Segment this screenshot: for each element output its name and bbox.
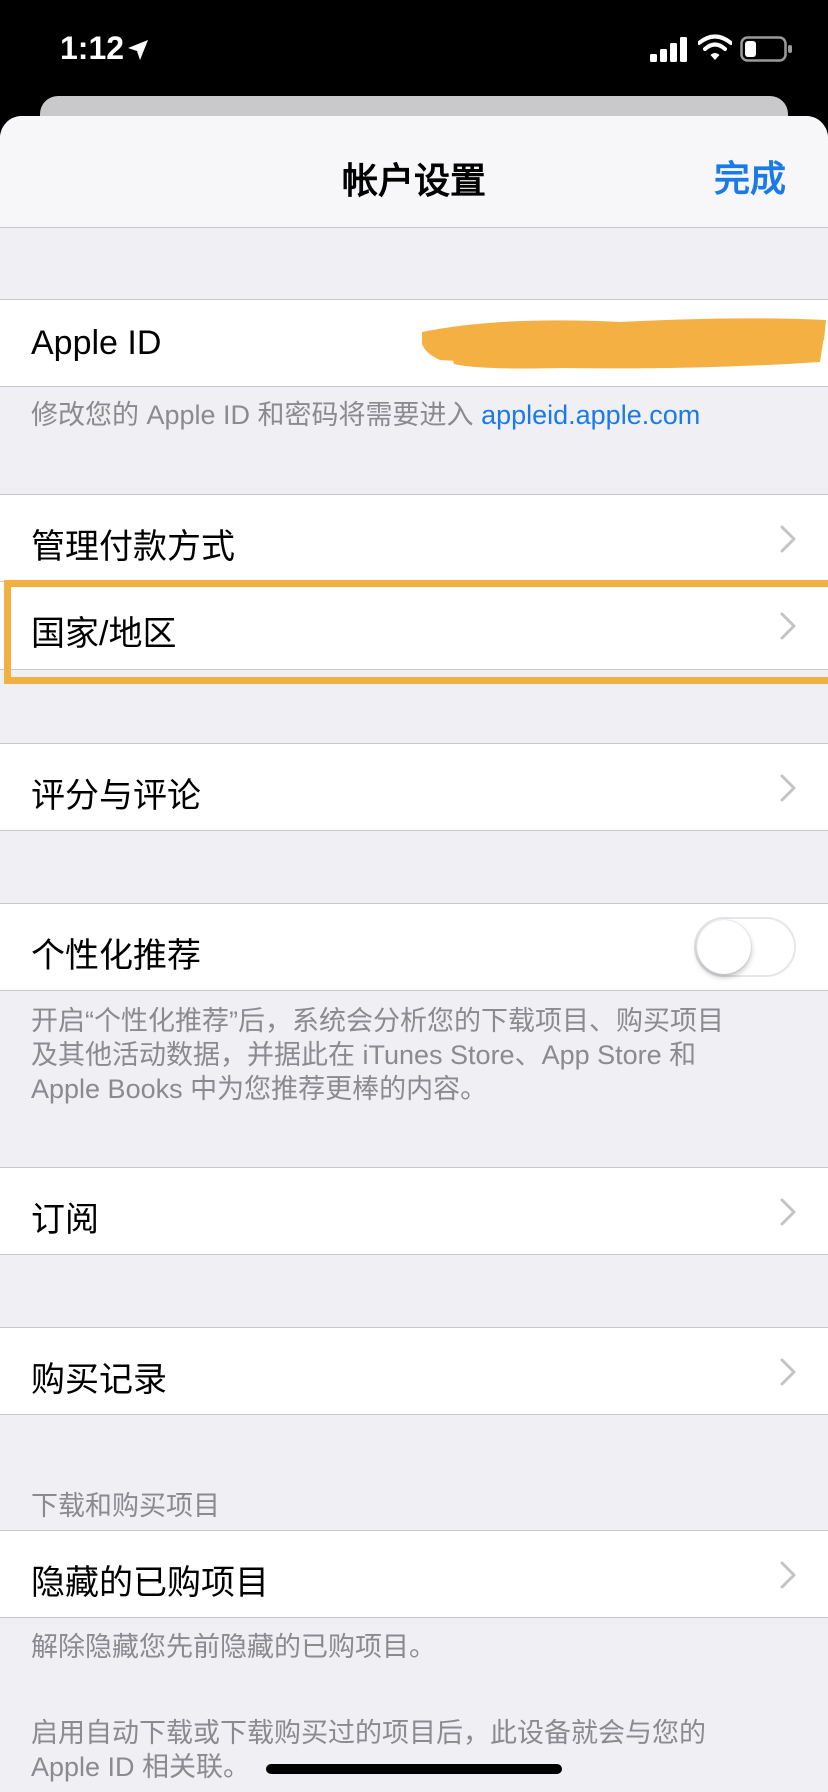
personalized-recommendations-toggle[interactable]	[694, 917, 796, 977]
appleid-link[interactable]: appleid.apple.com	[481, 400, 700, 430]
apple-id-label: Apple ID	[31, 324, 162, 362]
ratings-reviews-row[interactable]: 评分与评论	[0, 743, 828, 831]
status-time: 1:12	[60, 30, 125, 66]
personalized-recommendations-label: 个性化推荐	[31, 937, 201, 975]
chevron-right-icon	[780, 612, 796, 640]
home-indicator[interactable]	[266, 1764, 562, 1774]
account-settings-sheet: 帐户设置 完成 Apple ID m 修改您的 Apple ID 和密码将需要进…	[0, 116, 828, 1792]
wifi-icon	[698, 34, 732, 60]
country-region-label: 国家/地区	[31, 615, 177, 653]
redaction-scribble	[422, 318, 826, 369]
apple-id-row[interactable]: Apple ID m	[0, 299, 828, 387]
navigation-bar: 帐户设置 完成	[0, 116, 828, 228]
personalized-recommendations-row: 个性化推荐	[0, 903, 828, 991]
manage-payment-row[interactable]: 管理付款方式	[0, 494, 828, 582]
apple-id-footnote: 修改您的 Apple ID 和密码将需要进入 appleid.apple.com	[31, 398, 700, 432]
subscriptions-label: 订阅	[31, 1201, 99, 1239]
hidden-purchases-row[interactable]: 隐藏的已购项目	[0, 1530, 828, 1618]
personalized-footnote-line: Apple Books 中为您推荐更棒的内容。	[31, 1074, 488, 1104]
apple-id-footnote-text: 修改您的 Apple ID 和密码将需要进入	[31, 400, 482, 430]
done-button[interactable]: 完成	[714, 150, 786, 202]
manage-payment-label: 管理付款方式	[31, 528, 235, 566]
purchase-history-row[interactable]: 购买记录	[0, 1327, 828, 1415]
ratings-reviews-label: 评分与评论	[31, 777, 201, 815]
personalized-footnote-line: 及其他活动数据，并据此在 iTunes Store、App Store 和	[31, 1040, 697, 1070]
status-bar: 1:12	[0, 0, 828, 100]
subscriptions-row[interactable]: 订阅	[0, 1167, 828, 1255]
device-association-footnote-line: 启用自动下载或下载购买过的项目后，此设备就会与您的	[31, 1718, 706, 1748]
country-region-row[interactable]: 国家/地区	[0, 582, 828, 670]
page-title: 帐户设置	[341, 160, 486, 201]
chevron-right-icon	[780, 1358, 796, 1386]
cellular-signal-icon	[650, 37, 687, 62]
chevron-right-icon	[780, 774, 796, 802]
battery-icon	[740, 36, 792, 62]
chevron-right-icon	[780, 525, 796, 553]
chevron-right-icon	[780, 1561, 796, 1589]
chevron-right-icon	[780, 1198, 796, 1226]
purchase-history-label: 购买记录	[31, 1361, 167, 1399]
personalized-footnote-line: 开启“个性化推荐”后，系统会分析您的下载项目、购买项目	[31, 1006, 724, 1036]
hidden-purchases-label: 隐藏的已购项目	[31, 1564, 269, 1602]
location-arrow-icon	[128, 40, 148, 60]
downloads-section-header: 下载和购买项目	[31, 1491, 220, 1521]
hidden-purchases-footnote: 解除隐藏您先前隐藏的已购项目。	[31, 1632, 436, 1662]
personalized-footnote: 开启“个性化推荐”后，系统会分析您的下载项目、购买项目 及其他活动数据，并据此在…	[31, 1004, 724, 1106]
toggle-knob	[697, 920, 751, 974]
